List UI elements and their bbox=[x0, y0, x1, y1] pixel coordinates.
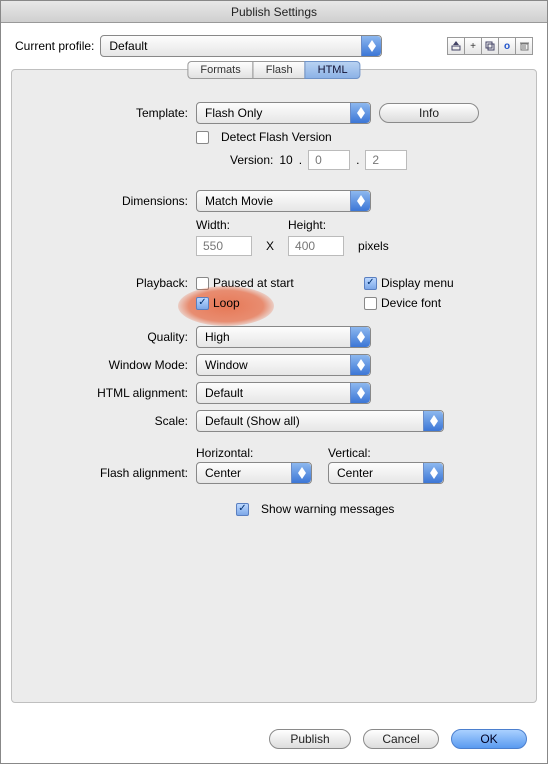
width-field[interactable]: 550 bbox=[196, 236, 252, 256]
chevron-updown-icon bbox=[291, 463, 311, 483]
chevron-updown-icon bbox=[350, 191, 370, 211]
scale-select[interactable]: Default (Show all) bbox=[196, 410, 444, 432]
publish-button[interactable]: Publish bbox=[269, 729, 351, 749]
import-profile-button[interactable] bbox=[447, 37, 465, 55]
playback-label: Playback: bbox=[28, 276, 196, 290]
add-profile-button[interactable]: + bbox=[464, 37, 482, 55]
duplicate-profile-button[interactable] bbox=[481, 37, 499, 55]
chevron-updown-icon bbox=[423, 463, 443, 483]
flash-alignment-label: Flash alignment: bbox=[28, 466, 196, 480]
horizontal-value: Center bbox=[205, 466, 241, 480]
current-profile-value: Default bbox=[109, 39, 147, 53]
chevron-updown-icon bbox=[350, 383, 370, 403]
html-alignment-value: Default bbox=[205, 386, 243, 400]
paused-label: Paused at start bbox=[213, 276, 294, 290]
tab-formats[interactable]: Formats bbox=[187, 61, 253, 79]
current-profile-select[interactable]: Default bbox=[100, 35, 382, 57]
cancel-button[interactable]: Cancel bbox=[363, 729, 439, 749]
settings-panel: Formats Flash HTML Template: Flash Only … bbox=[11, 69, 537, 703]
horizontal-align-select[interactable]: Center bbox=[196, 462, 312, 484]
chevron-updown-icon bbox=[423, 411, 443, 431]
display-menu-checkbox[interactable] bbox=[364, 277, 377, 290]
version-major: 10 bbox=[279, 153, 292, 167]
delete-profile-button[interactable] bbox=[515, 37, 533, 55]
device-font-checkbox[interactable] bbox=[364, 297, 377, 310]
window-mode-value: Window bbox=[205, 358, 248, 372]
chevron-updown-icon bbox=[350, 355, 370, 375]
height-field[interactable]: 400 bbox=[288, 236, 344, 256]
horizontal-label: Horizontal: bbox=[196, 446, 312, 460]
chevron-updown-icon bbox=[350, 327, 370, 347]
dot: . bbox=[356, 153, 359, 167]
x-separator: X bbox=[266, 239, 274, 256]
height-label: Height: bbox=[288, 218, 344, 232]
detect-flash-checkbox[interactable] bbox=[196, 131, 209, 144]
dot: . bbox=[299, 153, 302, 167]
window-title: Publish Settings bbox=[1, 1, 547, 23]
quality-label: Quality: bbox=[28, 330, 196, 344]
html-alignment-label: HTML alignment: bbox=[28, 386, 196, 400]
template-label: Template: bbox=[28, 106, 196, 120]
show-warning-label: Show warning messages bbox=[261, 502, 394, 516]
scale-value: Default (Show all) bbox=[205, 414, 300, 428]
template-value: Flash Only bbox=[205, 106, 262, 120]
vertical-label: Vertical: bbox=[328, 446, 371, 460]
info-button[interactable]: Info bbox=[379, 103, 479, 123]
ok-button[interactable]: OK bbox=[451, 729, 527, 749]
quality-select[interactable]: High bbox=[196, 326, 371, 348]
version-label: Version: bbox=[230, 153, 273, 167]
chevron-updown-icon bbox=[350, 103, 370, 123]
tab-html[interactable]: HTML bbox=[305, 61, 361, 79]
tab-flash[interactable]: Flash bbox=[253, 61, 306, 79]
version-rev-field[interactable]: 2 bbox=[365, 150, 407, 170]
window-mode-select[interactable]: Window bbox=[196, 354, 371, 376]
scale-label: Scale: bbox=[28, 414, 196, 428]
profile-toolbar: + o bbox=[447, 37, 533, 55]
show-warning-checkbox[interactable] bbox=[236, 503, 249, 516]
dimensions-label: Dimensions: bbox=[28, 194, 196, 208]
current-profile-label: Current profile: bbox=[15, 39, 94, 53]
loop-checkbox[interactable] bbox=[196, 297, 209, 310]
dimensions-select[interactable]: Match Movie bbox=[196, 190, 371, 212]
display-menu-label: Display menu bbox=[381, 276, 454, 290]
paused-checkbox[interactable] bbox=[196, 277, 209, 290]
width-label: Width: bbox=[196, 218, 252, 232]
template-select[interactable]: Flash Only bbox=[196, 102, 371, 124]
vertical-align-select[interactable]: Center bbox=[328, 462, 444, 484]
device-font-label: Device font bbox=[381, 296, 441, 310]
loop-label: Loop bbox=[213, 296, 240, 310]
profile-properties-button[interactable]: o bbox=[498, 37, 516, 55]
html-alignment-select[interactable]: Default bbox=[196, 382, 371, 404]
chevron-updown-icon bbox=[361, 36, 381, 56]
pixels-label: pixels bbox=[358, 239, 389, 256]
detect-flash-label: Detect Flash Version bbox=[221, 130, 332, 144]
window-mode-label: Window Mode: bbox=[28, 358, 196, 372]
dimensions-value: Match Movie bbox=[205, 194, 273, 208]
vertical-value: Center bbox=[337, 466, 373, 480]
version-minor-field[interactable]: 0 bbox=[308, 150, 350, 170]
quality-value: High bbox=[205, 330, 230, 344]
